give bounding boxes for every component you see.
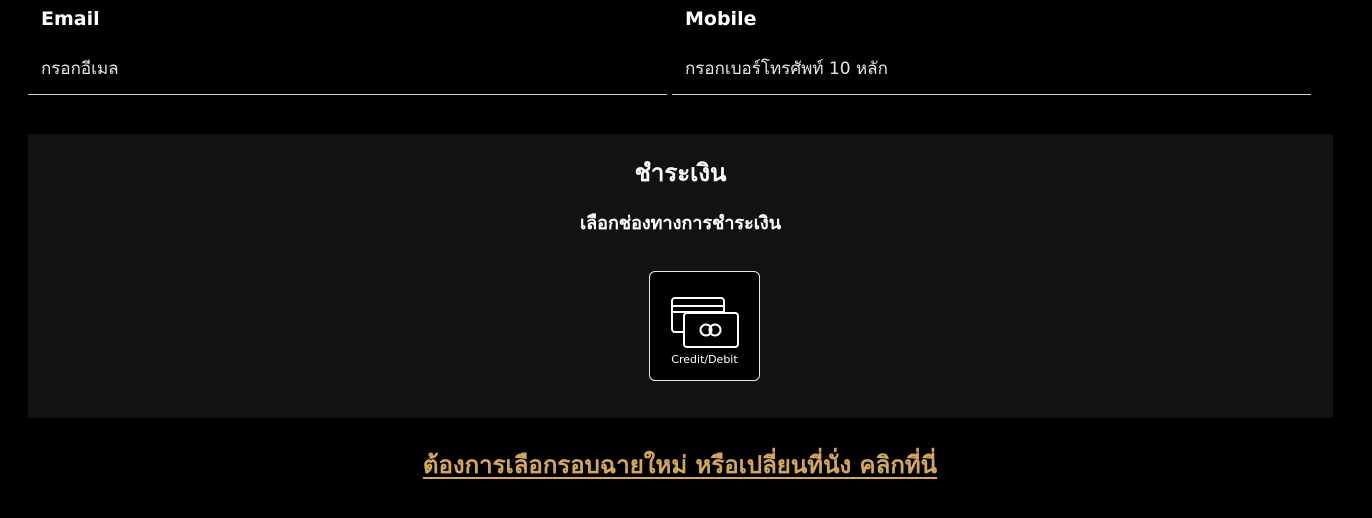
payment-subtitle: เลือกช่องทางการชำระเงิน: [579, 213, 782, 234]
mobile-field-group: Mobile: [672, 0, 1311, 95]
payment-method-credit-debit[interactable]: Credit/Debit: [649, 271, 760, 381]
credit-card-icon: [671, 297, 739, 348]
payment-panel: ชำระเงิน เลือกช่องทางการชำระเงิน Credit/…: [28, 134, 1333, 418]
payment-method-label: Credit/Debit: [671, 353, 738, 366]
change-showtime-link[interactable]: ต้องการเลือกรอบฉายใหม่ หรือเปลี่ยนที่นั่…: [0, 449, 1360, 481]
mobile-label: Mobile: [685, 8, 757, 30]
payment-title: ชำระเงิน: [634, 159, 727, 187]
mobile-input[interactable]: [685, 55, 1285, 83]
email-label: Email: [41, 8, 100, 30]
email-field-group: Email: [28, 0, 667, 95]
email-input[interactable]: [41, 55, 641, 83]
checkout-page: Email Mobile ชำระเงิน เลือกช่องทางการชำร…: [0, 0, 1372, 518]
